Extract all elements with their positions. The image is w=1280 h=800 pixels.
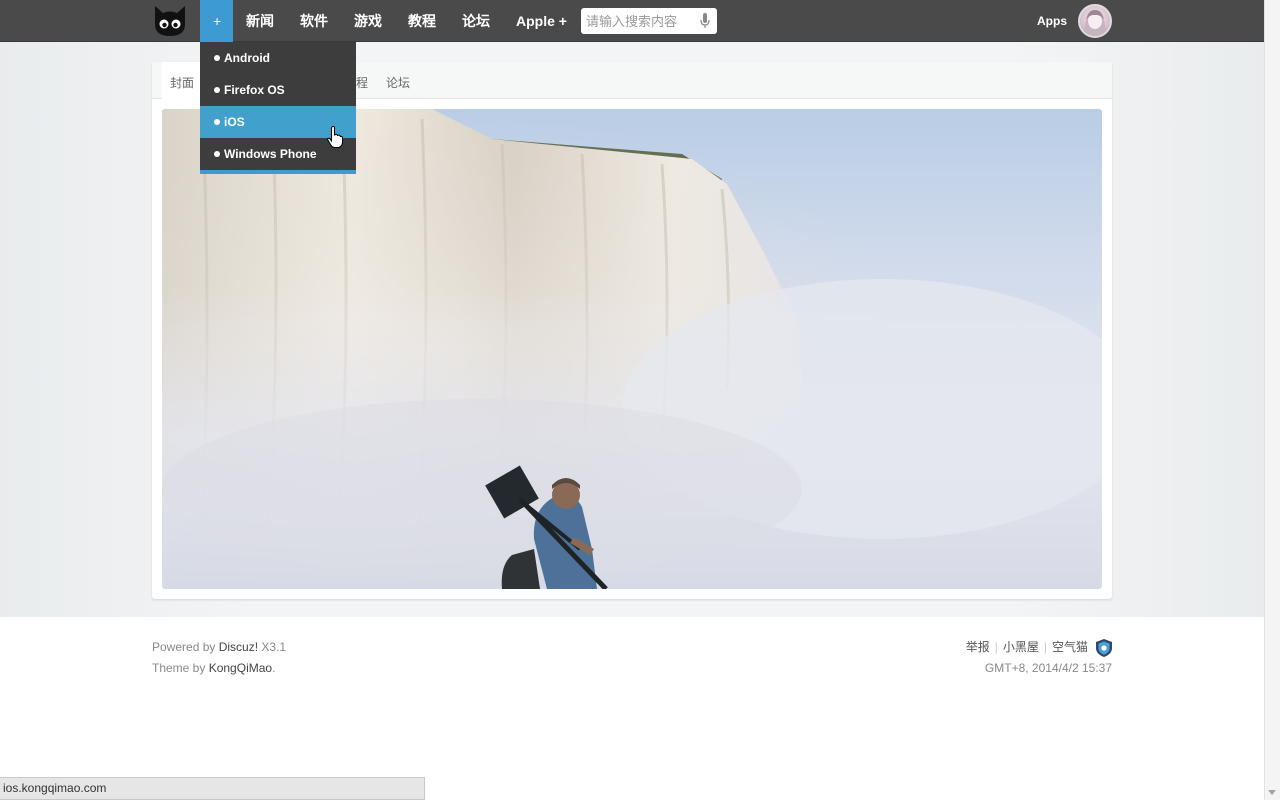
- nav-item-tutorials[interactable]: 教程: [395, 0, 449, 42]
- blackroom-link[interactable]: 小黑屋: [1003, 637, 1039, 658]
- dropdown-item-android[interactable]: Android: [200, 42, 356, 74]
- main-nav: + 新闻 软件 游戏 教程 论坛 Apple +: [200, 0, 580, 42]
- user-avatar[interactable]: [1078, 4, 1112, 38]
- nav-item-software[interactable]: 软件: [287, 0, 341, 42]
- nav-item-apple[interactable]: Apple +: [503, 0, 580, 42]
- dropdown-item-label: Windows Phone: [224, 147, 317, 161]
- search-input[interactable]: [581, 8, 691, 34]
- footer-powered-line: Powered by Discuz! X3.1: [152, 637, 286, 658]
- kongqimao-link[interactable]: KongQiMao: [209, 661, 272, 675]
- tab-forum[interactable]: 论坛: [386, 62, 410, 99]
- theme-suffix: .: [272, 661, 276, 675]
- dropdown-item-label: iOS: [224, 115, 245, 129]
- nav-item-forum[interactable]: 论坛: [449, 0, 503, 42]
- dropdown-item-firefox-os[interactable]: Firefox OS: [200, 74, 356, 106]
- tab-tutorials[interactable]: 程: [356, 62, 368, 99]
- hand-pointer-cursor-icon: [327, 126, 343, 148]
- cat-logo-icon[interactable]: [152, 4, 188, 38]
- security-shield-icon[interactable]: [1096, 638, 1112, 657]
- dropdown-item-label: Firefox OS: [224, 83, 285, 97]
- report-link[interactable]: 举报: [966, 637, 990, 658]
- microphone-icon[interactable]: [700, 13, 710, 29]
- discuz-link[interactable]: Discuz!: [219, 640, 258, 654]
- browser-status-bar: ios.kongqimao.com: [0, 777, 425, 800]
- nav-item-games[interactable]: 游戏: [341, 0, 395, 42]
- bullet-icon: [214, 55, 220, 61]
- tab-cover[interactable]: 封面: [162, 62, 204, 99]
- hero-image-waterfall[interactable]: [162, 109, 1102, 589]
- vertical-scrollbar[interactable]: [1264, 0, 1280, 800]
- top-navbar: + 新闻 软件 游戏 教程 论坛 Apple + Apps: [0, 0, 1264, 42]
- theme-prefix: Theme by: [152, 661, 209, 675]
- dropdown-item-label: Android: [224, 51, 270, 65]
- bullet-icon: [214, 87, 220, 93]
- bullet-icon: [214, 151, 220, 157]
- separator: |: [1043, 640, 1047, 654]
- footer-timestamp: GMT+8, 2014/4/2 15:37: [984, 661, 1112, 675]
- kongqimao-site-link[interactable]: 空气猫: [1052, 637, 1088, 658]
- footer-links: 举报 | 小黑屋 | 空气猫: [966, 637, 1112, 658]
- scroll-down-arrow-icon[interactable]: [1268, 790, 1276, 795]
- nav-plus-menu[interactable]: +: [200, 0, 233, 42]
- footer-credits: Powered by Discuz! X3.1 Theme by KongQiM…: [152, 637, 286, 679]
- nav-item-news[interactable]: 新闻: [233, 0, 287, 42]
- footer-right: 举报 | 小黑屋 | 空气猫 GMT+8, 2014/4/2 15:37: [966, 637, 1112, 679]
- apps-link[interactable]: Apps: [1037, 0, 1067, 42]
- powered-prefix: Powered by: [152, 640, 219, 654]
- search-box: [581, 8, 717, 34]
- platform-dropdown-menu: Android Firefox OS iOS Windows Phone: [200, 42, 356, 174]
- footer-theme-line: Theme by KongQiMao.: [152, 658, 286, 679]
- separator: |: [994, 640, 998, 654]
- powered-version: X3.1: [258, 640, 287, 654]
- bullet-icon: [214, 119, 220, 125]
